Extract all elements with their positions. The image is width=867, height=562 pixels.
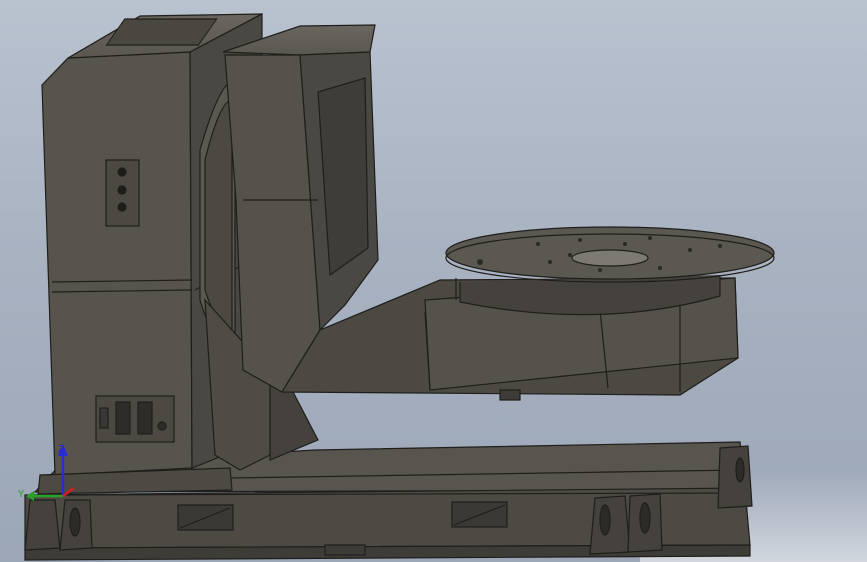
- triad-y-label: Y: [17, 489, 25, 500]
- coordinate-triad-icon: Z Y: [17, 444, 75, 501]
- cad-viewport[interactable]: Z Y: [0, 0, 867, 562]
- triad-z-label: Z: [58, 444, 65, 455]
